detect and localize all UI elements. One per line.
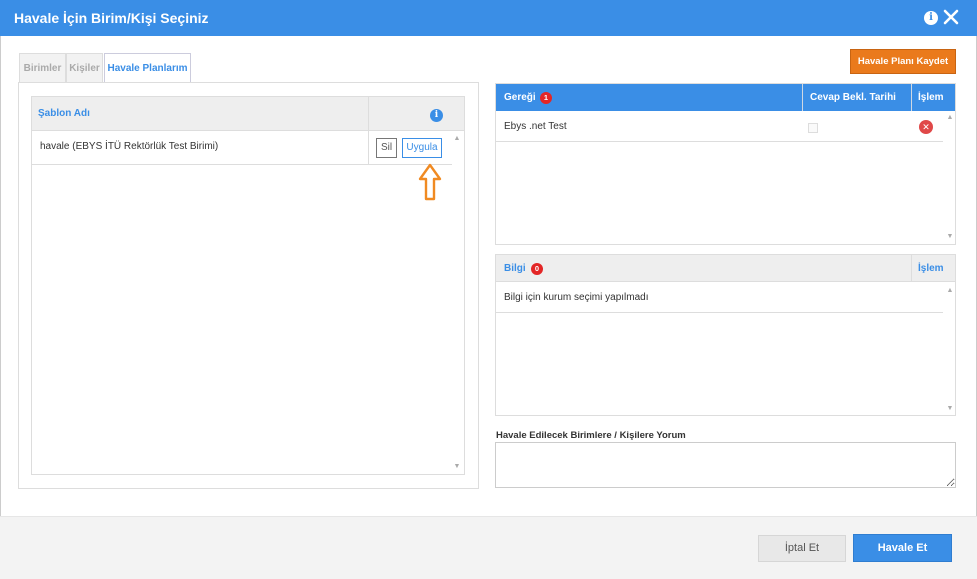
submit-havale-button[interactable]: Havale Et <box>853 534 952 562</box>
save-plan-button[interactable]: Havale Planı Kaydet <box>850 49 956 74</box>
table-row: havale (EBYS İTÜ Rektörlük Test Birimi) … <box>32 131 452 165</box>
dialog-title: Havale İçin Birim/Kişi Seçiniz <box>14 10 209 26</box>
scroll-down-icon[interactable]: ▼ <box>946 405 954 413</box>
bilgi-table-header: Bilgi 0 İşlem <box>496 255 955 282</box>
template-name: havale (EBYS İTÜ Rektörlük Test Birimi) <box>40 141 219 152</box>
deadline-checkbox[interactable] <box>808 123 818 133</box>
template-table-header: Şablon Adı i <box>32 97 464 131</box>
column-header-action: İşlem <box>918 92 944 103</box>
scroll-down-icon[interactable]: ▼ <box>946 233 954 241</box>
apply-template-button[interactable]: Uygula <box>402 138 442 158</box>
column-header-sablon-adi: Şablon Adı <box>38 108 90 119</box>
column-header-gerei: Gereği <box>504 92 536 103</box>
info-icon[interactable]: i <box>430 109 443 122</box>
remove-recipient-icon[interactable]: ✕ <box>919 120 933 134</box>
column-header-bilgi: Bilgi <box>504 263 526 274</box>
column-divider <box>368 131 369 165</box>
column-divider <box>368 97 369 131</box>
column-divider <box>911 84 912 111</box>
table-row: Bilgi için kurum seçimi yapılmadı <box>496 282 943 313</box>
tab-havale-planlarim[interactable]: Havale Planlarım <box>104 53 191 83</box>
delete-template-button[interactable]: Sil <box>376 138 397 158</box>
comment-label: Havale Edilecek Birimlere / Kişilere Yor… <box>496 430 686 441</box>
tab-kisiler[interactable]: Kişiler <box>66 53 103 82</box>
info-icon[interactable]: i <box>924 11 938 25</box>
column-divider <box>802 84 803 111</box>
dialog-titlebar: Havale İçin Birim/Kişi Seçiniz i <box>0 0 977 36</box>
comment-textarea[interactable] <box>495 442 956 488</box>
tab-birimler[interactable]: Birimler <box>19 53 66 82</box>
empty-bilgi-message: Bilgi için kurum seçimi yapılmadı <box>504 292 649 303</box>
table-row: Ebys .net Test ✕ <box>496 111 943 142</box>
column-header-action: İşlem <box>918 263 944 274</box>
scroll-up-icon[interactable]: ▲ <box>946 287 954 295</box>
scroll-up-icon[interactable]: ▲ <box>453 135 461 143</box>
arrow-up-icon <box>418 163 442 201</box>
close-icon[interactable] <box>942 8 960 26</box>
gerei-table-header: Gereği 1 Cevap Bekl. Tarihi İşlem <box>496 84 955 111</box>
bilgi-count-badge: 0 <box>531 263 543 275</box>
template-table: Şablon Adı i havale (EBYS İTÜ Rektörlük … <box>31 96 465 475</box>
bilgi-table: Bilgi 0 İşlem Bilgi için kurum seçimi ya… <box>495 254 956 416</box>
scroll-up-icon[interactable]: ▲ <box>946 114 954 122</box>
recipient-name: Ebys .net Test <box>504 121 567 132</box>
column-divider <box>911 255 912 282</box>
gerei-table: Gereği 1 Cevap Bekl. Tarihi İşlem Ebys .… <box>495 83 956 245</box>
scroll-down-icon[interactable]: ▼ <box>453 463 461 471</box>
gerei-count-badge: 1 <box>540 92 552 104</box>
column-header-deadline: Cevap Bekl. Tarihi <box>810 92 896 103</box>
cancel-button[interactable]: İptal Et <box>758 535 846 562</box>
